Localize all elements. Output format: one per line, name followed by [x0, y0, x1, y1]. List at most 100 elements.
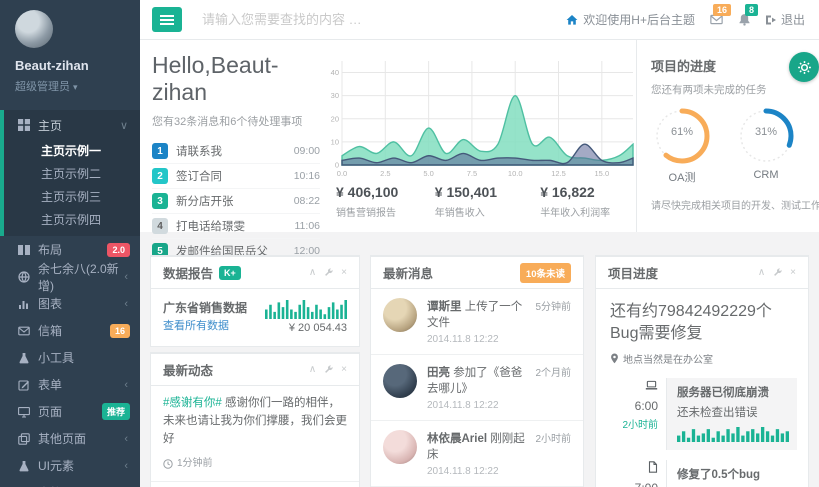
sidebar-item-other-pages[interactable]: 其他页面 ‹ [0, 425, 140, 452]
todo-item[interactable]: 1 请联系我 09:00 [152, 139, 320, 164]
close-icon[interactable]: × [790, 268, 796, 278]
todo-badge: 4 [152, 218, 168, 234]
sidebar-item-tables[interactable]: 表格 [0, 479, 140, 487]
sidebar-item-home-example3[interactable]: 主页示例三 [4, 186, 140, 209]
collapse-icon[interactable]: ∧ [309, 268, 316, 278]
sidebar-item-pages[interactable]: 页面 推荐 [0, 398, 140, 425]
message-ago: 2小时前 [535, 430, 571, 477]
mail-icon[interactable]: 16 [709, 13, 724, 26]
columns-icon [18, 244, 30, 256]
file-icon [648, 461, 658, 473]
todo-item[interactable]: 2 签订合同 10:16 [152, 164, 320, 189]
collapse-icon[interactable]: ∧ [758, 268, 765, 278]
topic-tag-link[interactable]: #感谢有你# [163, 397, 222, 409]
knob-percent: 61% [651, 126, 713, 138]
sidebar-item-forms[interactable]: 表单 ‹ [0, 371, 140, 398]
svg-text:0.0: 0.0 [337, 169, 347, 178]
greeting-title: Hello,Beaut-zihan [152, 52, 320, 106]
todo-item[interactable]: 3 新分店开张 08:22 [152, 189, 320, 214]
message-item[interactable]: 田亮 参加了《爸爸去哪儿》 2014.11.8 12:22 2个月前 [371, 355, 583, 421]
project-progress-panel: 项目进度 ∧ × 还有约79842492229个Bug需要修复 地点当然是在办公… [595, 255, 809, 487]
sales-stats: ¥ 406,100销售营销报告 ¥ 150,401年销售收入 ¥ 16,822半… [324, 184, 639, 219]
timeline-desc: 还未检查出错误 [677, 404, 789, 420]
timeline-item: 7:00 3小时前 修复了0.5个bug 重启服务 [610, 460, 794, 487]
svg-text:20: 20 [331, 114, 339, 123]
todo-list: 1 请联系我 09:00 2 签订合同 10:16 3 新分店开张 08:22 … [152, 139, 320, 264]
sidebar-item-charts[interactable]: 图表 ‹ [0, 290, 140, 317]
panel-badge: K+ [219, 266, 241, 280]
wrench-icon[interactable] [324, 365, 333, 374]
sidebar-item-mailbox[interactable]: 信箱 16 [0, 317, 140, 344]
close-icon[interactable]: × [341, 268, 347, 278]
sidebar-item-v2-new[interactable]: 余七余八(2.0新增) ‹ [0, 263, 140, 290]
message-item[interactable]: 谭斯里 上传了一个文件 2014.11.8 12:22 5分钟前 [371, 289, 583, 355]
avatar [383, 298, 417, 332]
svg-text:15.0: 15.0 [595, 169, 610, 178]
chevron-left-icon: ‹ [124, 433, 128, 445]
timeline-item: 6:00 2小时前 服务器已彻底崩溃 还未检查出错误 [610, 378, 794, 450]
sidebar: Beaut-zihan 超级管理员▾ 主页 ∨ 主页示例一 主页示例二 主页示例… [0, 0, 140, 487]
knob-oa: 61% OA测 [651, 105, 713, 185]
message-ago: 2个月前 [535, 364, 571, 411]
sidebar-toggle-button[interactable] [152, 7, 182, 32]
sparkline-chart [677, 426, 789, 442]
caret-down-icon: ▾ [73, 82, 78, 92]
badge: 推荐 [102, 403, 130, 420]
dashboard-top-section: Hello,Beaut-zihan 您有32条消息和6个待处理事项 1 请联系我… [140, 40, 819, 232]
knob-crm: 31% CRM [735, 105, 797, 185]
bug-count-headline: 还有约79842492229个Bug需要修复 [610, 301, 794, 344]
timeline-title: 服务器已彻底崩溃 [677, 384, 789, 400]
user-name: Beaut-zihan [15, 58, 140, 73]
close-icon[interactable]: × [341, 365, 347, 375]
todo-badge: 2 [152, 168, 168, 184]
todo-item[interactable]: 4 打电话给璟雯 11:06 [152, 214, 320, 239]
svg-text:10: 10 [331, 137, 339, 146]
logout-button[interactable]: 退出 [765, 11, 805, 28]
sidebar-item-home[interactable]: 主页 ∨ [4, 110, 140, 140]
sidebar-item-home-example2[interactable]: 主页示例二 [4, 163, 140, 186]
collapse-icon[interactable]: ∧ [309, 365, 316, 375]
chevron-left-icon: ‹ [124, 298, 128, 310]
sidebar-item-home-example4[interactable]: 主页示例四 [4, 209, 140, 232]
sidebar-item-home-example1[interactable]: 主页示例一 [4, 140, 140, 163]
sidebar-nav: 主页 ∨ 主页示例一 主页示例二 主页示例三 主页示例四 布局 2.0 余七余八… [0, 110, 140, 487]
hamburger-icon [160, 19, 174, 21]
timeline-title: 修复了0.5个bug [677, 466, 786, 482]
edit-icon [18, 379, 30, 391]
unread-badge: 10条未读 [520, 263, 571, 283]
area-chart: 0102030400.02.55.07.510.012.515.0 [324, 56, 636, 180]
bell-icon[interactable]: 8 [738, 13, 751, 26]
panel-title: 最新动态 [163, 360, 213, 379]
message-date: 2014.11.8 12:22 [427, 466, 529, 477]
panel-title: 项目进度 [608, 263, 658, 282]
svg-text:7.5: 7.5 [467, 169, 477, 178]
panel-subtitle: 您还有两项未完成的任务 [651, 82, 819, 97]
theme-settings-button[interactable] [789, 52, 819, 82]
stat-item: ¥ 16,822半年收入利润率 [540, 184, 639, 219]
sidebar-item-widgets[interactable]: 小工具 [0, 344, 140, 371]
view-all-data-link[interactable]: 查看所有数据 [163, 320, 229, 332]
message-date: 2014.11.8 12:22 [427, 400, 529, 411]
flask-icon [18, 352, 30, 364]
timeline-ago: 2小时前 [610, 416, 658, 431]
sparkline-chart [265, 299, 347, 319]
search-input[interactable] [202, 12, 432, 27]
location-text: 地点当然是在办公室 [623, 351, 713, 366]
badge: 2.0 [107, 243, 130, 257]
svg-text:5.0: 5.0 [423, 169, 433, 178]
home-icon [566, 14, 578, 26]
svg-text:40: 40 [331, 68, 339, 77]
user-role-dropdown[interactable]: 超级管理员▾ [15, 78, 140, 94]
message-item[interactable]: 林依晨Ariel 刚刚起床 2014.11.8 12:22 2小时前 [371, 421, 583, 487]
sidebar-item-ui-elements[interactable]: UI元素 ‹ [0, 452, 140, 479]
bar-chart-icon [18, 298, 30, 310]
wrench-icon[interactable] [773, 268, 782, 277]
mail-badge: 16 [713, 4, 731, 16]
panel-title: 最新消息 [383, 263, 433, 282]
latest-activity-panel: 最新动态 ∧ × #感谢有你# 感谢你们一路的相伴，未来也请让我为你们撑腰，我们… [150, 352, 360, 487]
laptop-icon [645, 380, 658, 391]
panel-footer-note: 请尽快完成相关项目的开发、测试工作 [651, 197, 819, 212]
wrench-icon[interactable] [324, 268, 333, 277]
desktop-icon [18, 406, 30, 418]
svg-text:2.5: 2.5 [380, 169, 390, 178]
